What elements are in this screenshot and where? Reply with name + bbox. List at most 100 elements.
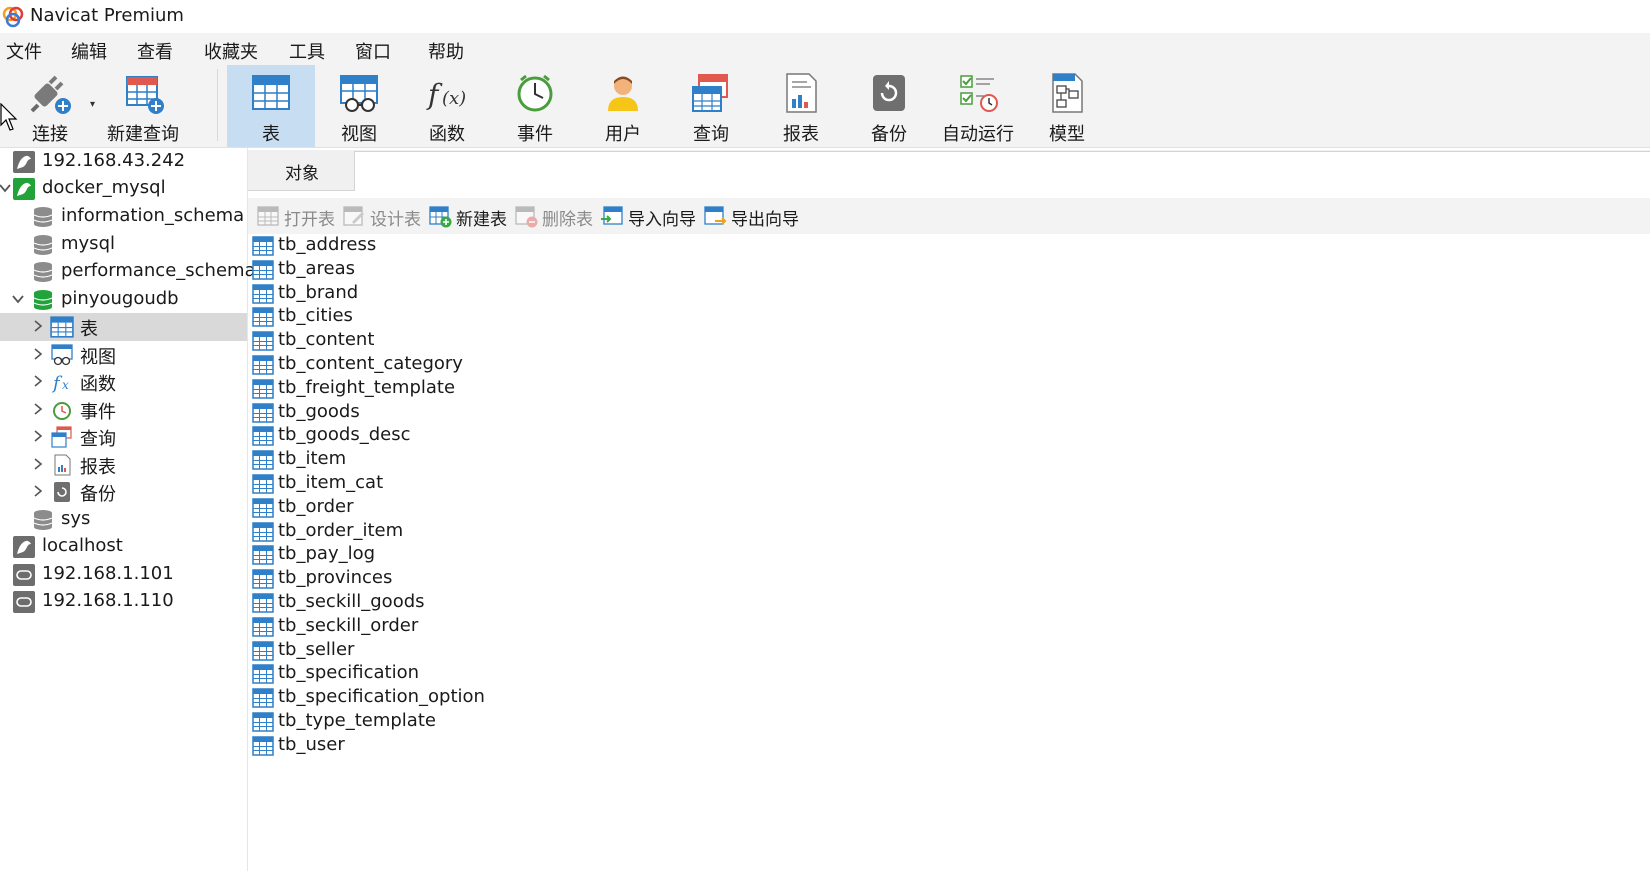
database-icon: [31, 234, 55, 256]
table-name: tb_content: [278, 329, 375, 351]
tree-item-label: 192.168.1.101: [42, 563, 174, 584]
table-name: tb_provinces: [278, 567, 393, 589]
object-tab-panel: [354, 151, 1650, 191]
server-connection-icon: [12, 591, 36, 613]
event-button[interactable]: 事件: [491, 65, 579, 147]
table-icon: [252, 260, 274, 280]
table-name: tb_address: [278, 234, 377, 255]
import-icon: [601, 206, 623, 225]
chevron-down-icon[interactable]: ▾: [90, 99, 95, 110]
menu-tools[interactable]: 工具: [289, 38, 325, 64]
table-icon: [252, 522, 274, 542]
chevron-right-icon[interactable]: [31, 456, 45, 472]
menu-window[interactable]: 窗口: [355, 38, 391, 64]
svg-text:f: f: [426, 78, 443, 111]
tree-node-reports[interactable]: 报表: [0, 451, 247, 479]
tree-database-item[interactable]: pinyougoudb: [0, 286, 247, 314]
chevron-right-icon[interactable]: [31, 346, 45, 362]
chevron-down-icon[interactable]: [0, 180, 12, 196]
menu-view[interactable]: 查看: [137, 38, 173, 64]
function-fx-icon: f (x): [426, 78, 466, 111]
tree-node-events[interactable]: 事件: [0, 396, 247, 424]
function-fx-icon: f x: [51, 373, 69, 393]
table-icon: [252, 593, 274, 613]
tree-connection-item[interactable]: 192.168.43.242: [0, 148, 247, 176]
table-name: tb_cities: [278, 305, 353, 327]
table-name: tb_brand: [278, 281, 359, 303]
chevron-right-icon[interactable]: [31, 428, 45, 444]
user-button[interactable]: 用户: [579, 65, 667, 147]
tree-connection-item[interactable]: docker_mysql: [0, 175, 247, 203]
chevron-right-icon[interactable]: [31, 318, 45, 334]
tree-node-queries[interactable]: 查询: [0, 423, 247, 451]
tab-objects[interactable]: 对象: [248, 150, 354, 190]
tree-item-label: 192.168.1.110: [42, 590, 174, 611]
view-button[interactable]: 视图: [315, 65, 403, 147]
menu-help[interactable]: 帮助: [428, 38, 464, 64]
tree-connection-item[interactable]: localhost: [0, 533, 247, 561]
backup-icon: [54, 482, 70, 502]
window-title: Navicat Premium: [30, 5, 184, 26]
function-button[interactable]: f (x) 函数: [403, 65, 491, 147]
query-icon: [692, 74, 728, 112]
design-table-icon: [343, 206, 364, 226]
menu-file[interactable]: 文件: [6, 38, 42, 64]
tree-database-item[interactable]: mysql: [0, 231, 247, 259]
function-label: 函数: [429, 124, 465, 145]
navicat-logo-icon: [2, 6, 24, 28]
table-name: tb_user: [278, 733, 345, 755]
plug-icon: [30, 75, 71, 114]
connection-tree: 192.168.43.242 docker_mysql information_…: [0, 148, 256, 871]
menu-edit[interactable]: 编辑: [71, 38, 107, 64]
tree-connection-item[interactable]: 192.168.1.110: [0, 588, 247, 616]
backup-button[interactable]: 备份: [845, 65, 933, 147]
tree-node-views[interactable]: 视图: [0, 341, 247, 369]
automation-label: 自动运行: [942, 124, 1014, 145]
tree-connection-item[interactable]: 192.168.1.101: [0, 561, 247, 589]
report-button[interactable]: 报表: [757, 65, 845, 147]
tree-database-item[interactable]: sys: [0, 506, 247, 534]
tree-node-functions[interactable]: f x 函数: [0, 368, 247, 396]
mysql-connection-icon: [12, 178, 36, 200]
menu-favorites[interactable]: 收藏夹: [204, 38, 258, 64]
tree-database-item[interactable]: performance_schema: [0, 258, 256, 286]
delete-table-label: 删除表: [542, 210, 593, 230]
table-list: tb_address tb_areas tb_brand tb_cities tb_co…: [248, 234, 1650, 871]
table-icon: [252, 379, 274, 399]
delete-table-icon: [515, 206, 538, 228]
user-icon: [608, 76, 638, 111]
automation-button[interactable]: 自动运行: [933, 65, 1023, 147]
chevron-right-icon[interactable]: [31, 401, 45, 417]
report-label: 报表: [783, 124, 819, 145]
chevron-right-icon[interactable]: [31, 373, 45, 389]
svg-text:x: x: [62, 378, 69, 392]
tree-item-label: 报表: [80, 457, 116, 478]
tree-item-label: 函数: [80, 374, 116, 395]
tree-item-label: pinyougoudb: [61, 288, 179, 309]
table-button[interactable]: 表: [227, 65, 315, 147]
chevron-right-icon[interactable]: [31, 483, 45, 499]
user-label: 用户: [605, 124, 641, 145]
event-label: 事件: [517, 124, 553, 145]
server-connection-icon: [12, 564, 36, 586]
open-table-label: 打开表: [284, 210, 335, 230]
automation-icon: [960, 75, 998, 112]
table-icon: [252, 426, 274, 446]
report-icon: [54, 454, 71, 476]
table-icon: [252, 664, 274, 684]
table-name: tb_type_template: [278, 710, 436, 731]
tree-database-item[interactable]: information_schema: [0, 203, 247, 231]
new-query-button[interactable]: 新建查询: [103, 65, 183, 147]
tree-node-tables[interactable]: 表: [0, 313, 247, 341]
table-name: tb_item: [278, 448, 347, 470]
model-button[interactable]: 模型: [1023, 65, 1111, 147]
table-icon: [252, 355, 274, 375]
tree-item-label: 事件: [80, 402, 116, 423]
tree-node-backups[interactable]: 备份: [0, 478, 247, 506]
chevron-down-icon[interactable]: [11, 291, 25, 307]
table-icon: [252, 403, 274, 423]
table-name: tb_seckill_order: [278, 614, 419, 636]
query-button[interactable]: 查询: [667, 65, 755, 147]
tree-item-label: sys: [61, 508, 91, 529]
model-label: 模型: [1049, 124, 1085, 145]
